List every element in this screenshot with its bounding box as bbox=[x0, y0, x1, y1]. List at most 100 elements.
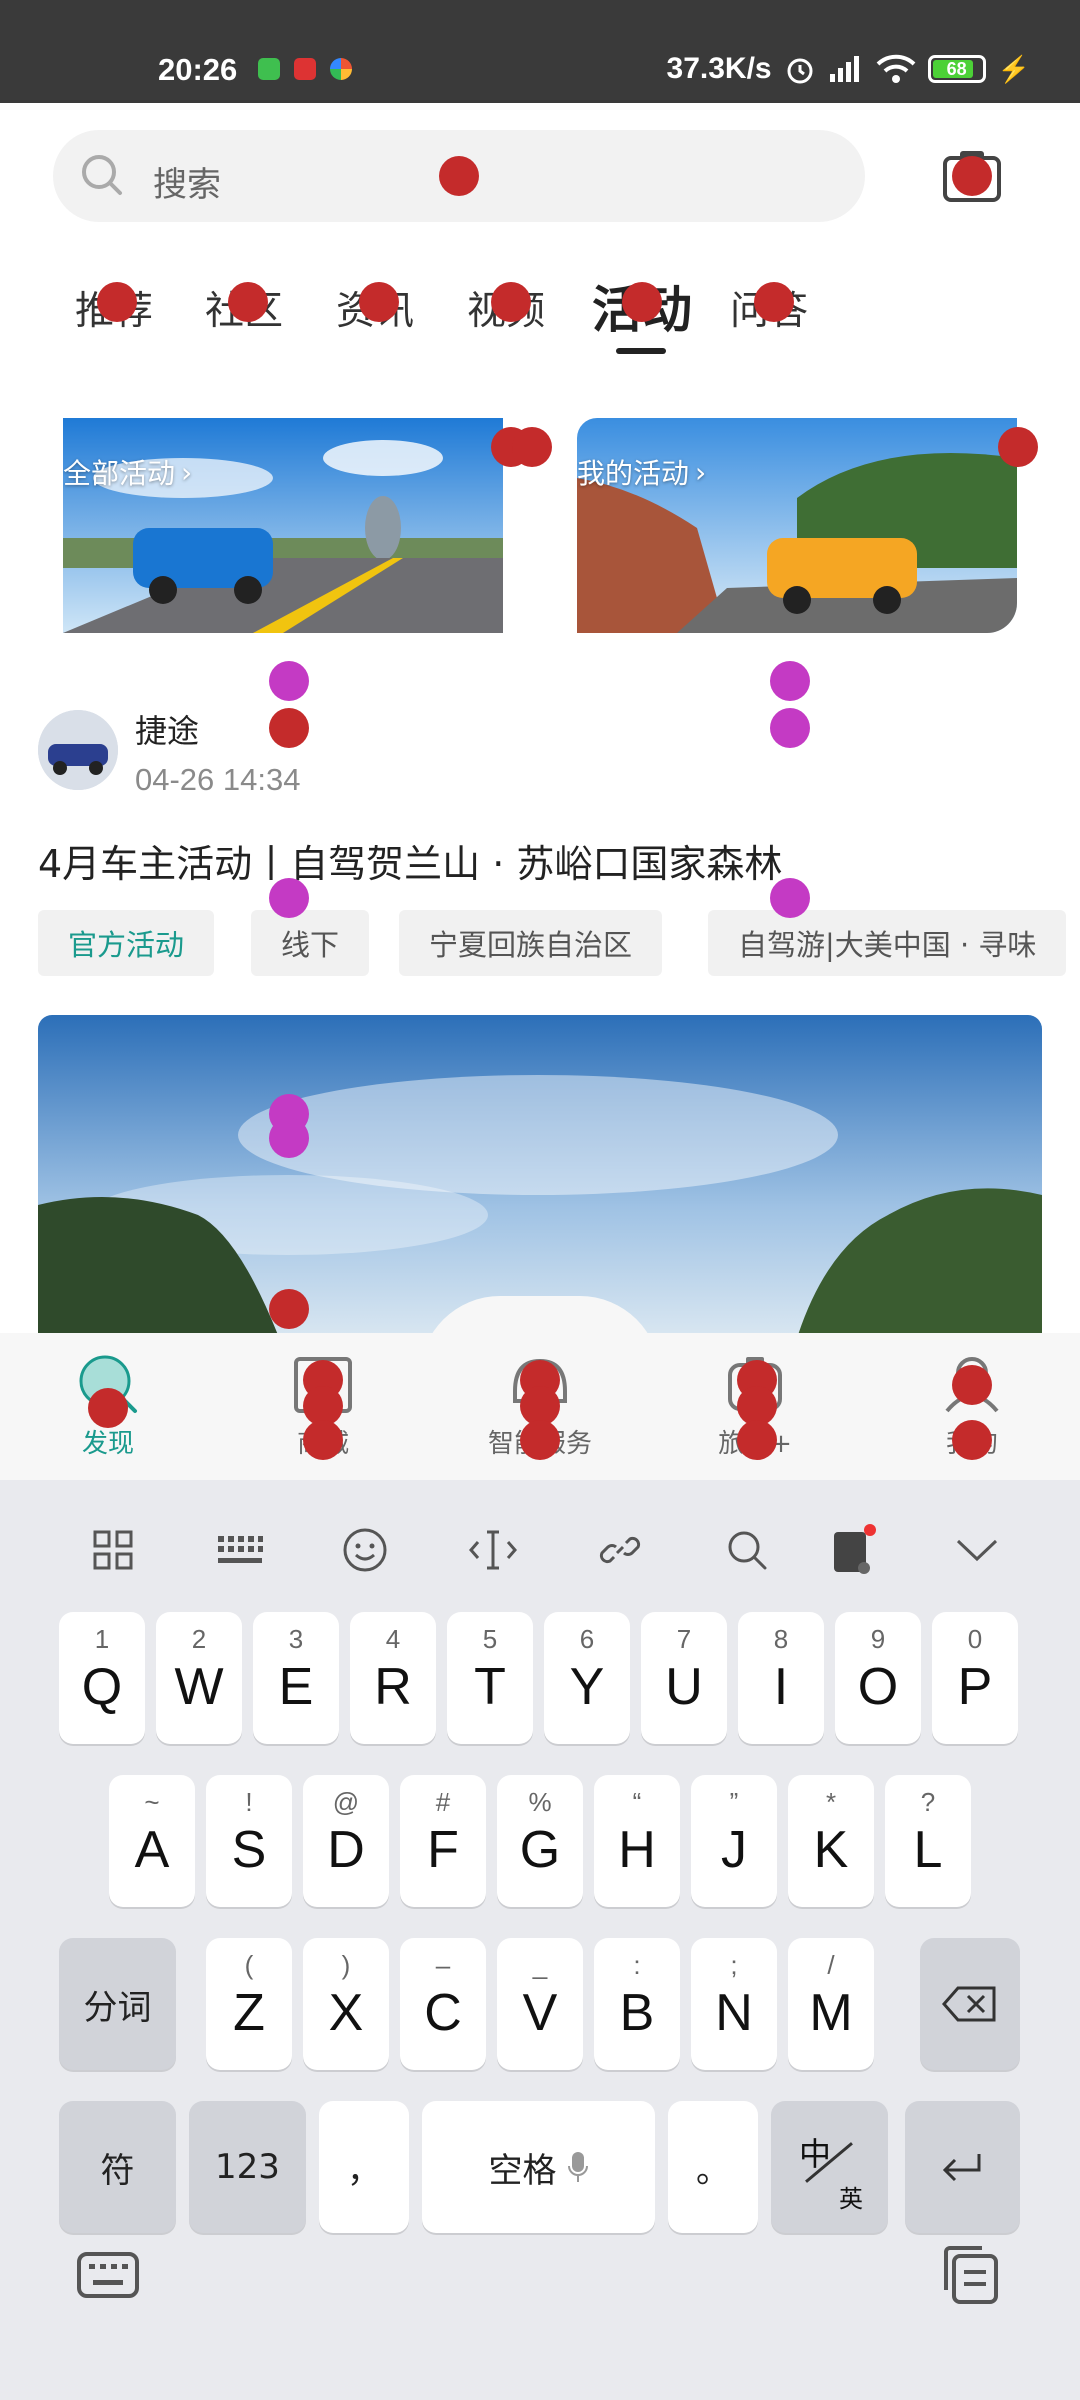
key-c[interactable]: – C bbox=[400, 1938, 486, 2070]
tap-marker bbox=[520, 1420, 560, 1460]
wifi-icon bbox=[876, 54, 916, 83]
key-main-label: K bbox=[813, 1821, 849, 1879]
key-e[interactable]: 3E bbox=[253, 1612, 339, 1744]
tap-marker bbox=[770, 878, 810, 918]
key-q[interactable]: 1Q bbox=[59, 1612, 145, 1744]
key-sub-label: _ bbox=[532, 1950, 548, 1980]
tag-ningxia[interactable]: 宁夏回族自治区 bbox=[399, 910, 663, 976]
key-f[interactable]: # F bbox=[400, 1775, 486, 1907]
grid-menu-icon[interactable] bbox=[83, 1520, 143, 1580]
key-h[interactable]: “H bbox=[594, 1775, 680, 1907]
post-tags: 官方活动 线下 宁夏回族自治区 自驾游|大美中国 · 寻味 bbox=[38, 910, 1080, 976]
key-main-label: Y bbox=[569, 1658, 605, 1716]
key-main-label: T bbox=[474, 1658, 506, 1716]
status-time: 20:26 bbox=[158, 52, 238, 87]
tag-self-drive[interactable]: 自驾游|大美中国 · 寻味 bbox=[708, 910, 1067, 976]
comma-key[interactable]: ， bbox=[319, 2101, 409, 2233]
cursor-move-icon[interactable] bbox=[463, 1520, 523, 1580]
post-cover-image[interactable] bbox=[38, 1015, 1042, 1335]
my-activities-banner[interactable]: 我的活动 › bbox=[577, 418, 1017, 633]
notebook-icon[interactable] bbox=[823, 1520, 883, 1580]
key-s[interactable]: ! S bbox=[206, 1775, 292, 1907]
key-x[interactable]: ) X bbox=[303, 1938, 389, 2070]
key-p[interactable]: 0P bbox=[932, 1612, 1018, 1744]
key-k[interactable]: * K bbox=[788, 1775, 874, 1907]
post-author[interactable]: 捷途 bbox=[135, 706, 199, 752]
enter-key[interactable] bbox=[905, 2101, 1020, 2233]
chevron-right-icon: › bbox=[695, 455, 707, 489]
number-key-label: 123 bbox=[215, 2147, 280, 2187]
key-w[interactable]: 2W bbox=[156, 1612, 242, 1744]
search-icon bbox=[82, 155, 122, 195]
language-switch-key[interactable]: 中英 bbox=[771, 2101, 888, 2233]
microphone-icon bbox=[567, 2152, 588, 2182]
key-g[interactable]: % G bbox=[497, 1775, 583, 1907]
key-sub-label: 9 bbox=[870, 1624, 886, 1654]
segment-key-label: 分词 bbox=[83, 1987, 152, 2028]
clipboard-icon[interactable] bbox=[936, 2240, 1006, 2310]
key-o[interactable]: 9O bbox=[835, 1612, 921, 1744]
key-j[interactable]: ” J bbox=[691, 1775, 777, 1907]
tag-offline[interactable]: 线下 bbox=[251, 910, 370, 976]
collapse-keyboard-icon[interactable] bbox=[947, 1520, 1007, 1580]
enter-icon bbox=[942, 2154, 980, 2182]
tap-marker bbox=[303, 1420, 343, 1460]
key-b[interactable]: :B bbox=[594, 1938, 680, 2070]
chevron-right-icon: › bbox=[181, 455, 193, 489]
key-n[interactable]: ; N bbox=[691, 1938, 777, 2070]
key-d[interactable]: @ D bbox=[303, 1775, 389, 1907]
all-activities-banner[interactable]: 全部活动 › bbox=[63, 418, 503, 633]
key-sub-label: * bbox=[825, 1787, 837, 1817]
key-r[interactable]: 4R bbox=[350, 1612, 436, 1744]
backspace-icon bbox=[942, 1986, 996, 2022]
post-title[interactable]: 4月车主活动丨自驾贺兰山 · 苏峪口国家森林 bbox=[38, 833, 782, 888]
network-speed: 37.3K/s bbox=[666, 52, 772, 85]
tap-marker bbox=[439, 156, 479, 196]
tap-marker bbox=[622, 282, 662, 322]
avatar[interactable] bbox=[38, 710, 118, 790]
key-m[interactable]: / M bbox=[788, 1938, 874, 2070]
space-key[interactable]: 空格 bbox=[422, 2101, 655, 2233]
key-sub-label: 2 bbox=[191, 1624, 207, 1654]
key-v[interactable]: _ V bbox=[497, 1938, 583, 2070]
key-main-label: E bbox=[278, 1658, 314, 1716]
key-z[interactable]: (Z bbox=[206, 1938, 292, 2070]
link-icon[interactable] bbox=[590, 1520, 650, 1580]
notification-icons bbox=[258, 58, 352, 80]
tap-marker bbox=[770, 661, 810, 701]
key-sub-label: “ bbox=[632, 1787, 642, 1817]
key-y[interactable]: 6Y bbox=[544, 1612, 630, 1744]
key-u[interactable]: 7U bbox=[641, 1612, 727, 1744]
tap-marker bbox=[269, 1289, 309, 1329]
kitchen-notification-icon bbox=[294, 58, 316, 80]
tap-marker bbox=[952, 1365, 992, 1405]
charging-icon: ⚡ bbox=[997, 53, 1030, 84]
keyboard-switch-icon[interactable] bbox=[73, 2240, 143, 2310]
key-sub-label: – bbox=[435, 1950, 451, 1980]
tap-marker bbox=[512, 427, 552, 467]
symbol-key[interactable]: 符 bbox=[59, 2101, 176, 2233]
key-sub-label: / bbox=[827, 1950, 835, 1980]
key-main-label: F bbox=[427, 1821, 459, 1879]
key-l[interactable]: ? L bbox=[885, 1775, 971, 1907]
key-main-label: N bbox=[715, 1984, 753, 2042]
key-a[interactable]: ~ A bbox=[109, 1775, 195, 1907]
search-icon[interactable] bbox=[717, 1520, 777, 1580]
key-t[interactable]: 5T bbox=[447, 1612, 533, 1744]
key-main-label: C bbox=[424, 1984, 462, 2042]
alarm-icon bbox=[787, 58, 813, 84]
key-main-label: D bbox=[327, 1821, 365, 1879]
number-key[interactable]: 123 bbox=[189, 2101, 306, 2233]
backspace-key[interactable] bbox=[920, 1938, 1020, 2070]
key-sub-label: : bbox=[633, 1950, 641, 1980]
segment-key[interactable]: 分词 bbox=[59, 1938, 176, 2070]
tap-marker bbox=[491, 282, 531, 322]
emoji-icon[interactable] bbox=[335, 1520, 395, 1580]
key-i[interactable]: 8I bbox=[738, 1612, 824, 1744]
tap-marker bbox=[952, 156, 992, 196]
keyboard-layout-icon[interactable] bbox=[210, 1520, 270, 1580]
key-sub-label: # bbox=[435, 1787, 451, 1817]
color-app-notification-icon bbox=[330, 58, 352, 80]
tag-official-activity[interactable]: 官方活动 bbox=[38, 910, 215, 976]
period-key[interactable]: 。 bbox=[668, 2101, 758, 2233]
